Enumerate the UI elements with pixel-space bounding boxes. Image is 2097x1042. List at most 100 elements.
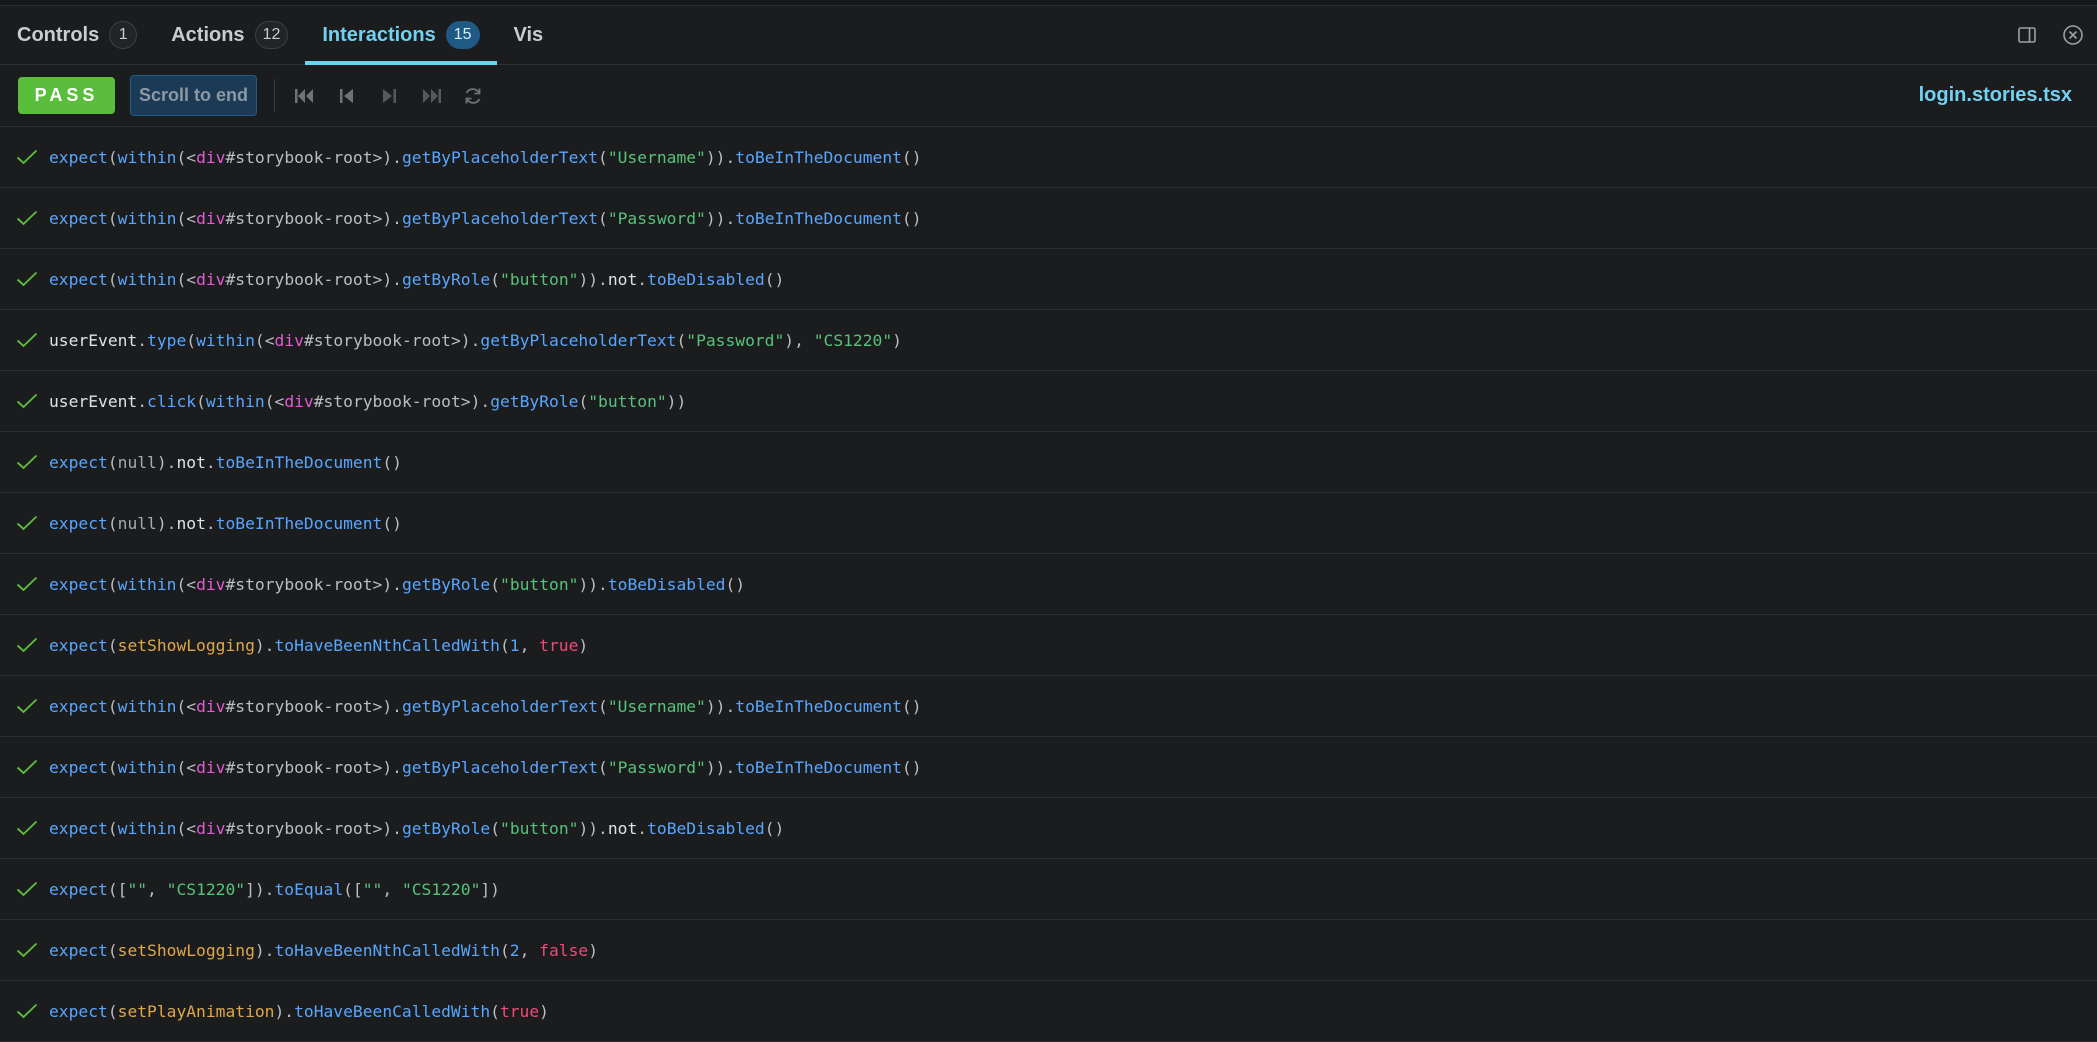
- code-token: getByPlaceholderText: [401, 147, 599, 167]
- check-icon: [16, 697, 40, 715]
- panel-orientation-icon[interactable]: [2015, 23, 2039, 47]
- code-token: "CS1220": [401, 879, 481, 899]
- interaction-step-row[interactable]: expect(setShowLogging).toHaveBeenNthCall…: [0, 920, 2097, 981]
- interaction-step-row[interactable]: userEvent.type(within(<div#storybook-roo…: [0, 310, 2097, 371]
- code-token: #storybook-root: [225, 757, 373, 777]
- code-token: (: [107, 940, 118, 960]
- code-token: ,: [519, 940, 540, 960]
- close-panel-icon[interactable]: [2061, 23, 2085, 47]
- code-token: (): [382, 513, 402, 533]
- code-token: (<: [176, 208, 197, 228]
- code-token: ).: [156, 452, 177, 472]
- interaction-step-row[interactable]: expect(setPlayAnimation).toHaveBeenCalle…: [0, 981, 2097, 1042]
- code-token: within: [117, 818, 177, 838]
- code-token: (: [578, 391, 589, 411]
- code-token: getByPlaceholderText: [401, 208, 599, 228]
- step-back-icon[interactable]: [335, 84, 359, 108]
- code-token: "button": [500, 269, 579, 289]
- step-code: userEvent.type(within(<div#storybook-roo…: [49, 331, 902, 350]
- code-token: expect: [49, 757, 108, 777]
- interaction-step-row[interactable]: expect(within(<div#storybook-root>).getB…: [0, 188, 2097, 249]
- code-token: expect: [49, 635, 108, 655]
- code-token: expect: [49, 452, 108, 472]
- interaction-step-row[interactable]: expect(within(<div#storybook-root>).getB…: [0, 737, 2097, 798]
- step-code: expect(within(<div#storybook-root>).getB…: [49, 270, 784, 289]
- code-token: toHaveBeenNthCalledWith: [274, 940, 500, 960]
- addon-tab-bar: Controls 1 Actions 12 Interactions 15 Vi…: [0, 6, 2097, 65]
- code-token: expect: [49, 1001, 108, 1021]
- code-token: "CS1220": [166, 879, 246, 899]
- step-code: expect(within(<div#storybook-root>).getB…: [49, 148, 922, 167]
- code-token: (: [598, 208, 608, 228]
- code-token: setPlayAnimation: [117, 1001, 275, 1021]
- step-code: expect(within(<div#storybook-root>).getB…: [49, 697, 922, 716]
- code-token: (<: [176, 696, 197, 716]
- code-token: (): [901, 757, 922, 777]
- tab-interactions[interactable]: Interactions 15: [305, 6, 497, 65]
- scroll-to-end-button[interactable]: Scroll to end: [130, 75, 258, 116]
- code-token: (: [196, 391, 206, 411]
- check-icon: [16, 880, 40, 898]
- interaction-step-row[interactable]: expect(["", "CS1220"]).toEqual(["", "CS1…: [0, 859, 2097, 920]
- interaction-step-row[interactable]: expect(within(<div#storybook-root>).getB…: [0, 676, 2097, 737]
- code-token: >).: [372, 208, 402, 228]
- code-token: #storybook-root: [313, 391, 461, 411]
- code-token: "button": [588, 391, 667, 411]
- tab-count-badge: 15: [445, 21, 480, 49]
- interaction-step-row[interactable]: expect(null).not.toBeInTheDocument(): [0, 493, 2097, 554]
- interaction-step-row[interactable]: expect(null).not.toBeInTheDocument(): [0, 432, 2097, 493]
- step-code: expect(within(<div#storybook-root>).getB…: [49, 209, 922, 228]
- code-token: div: [196, 696, 226, 716]
- tab-actions[interactable]: Actions 12: [154, 6, 305, 64]
- code-token: toHaveBeenNthCalledWith: [274, 635, 500, 655]
- code-token: #storybook-root: [225, 208, 373, 228]
- interaction-steps-list: expect(within(<div#storybook-root>).getB…: [0, 127, 2097, 1042]
- tab-vis[interactable]: Vis: [497, 6, 561, 64]
- step-code: expect(within(<div#storybook-root>).getB…: [49, 575, 745, 594]
- rerun-icon[interactable]: [461, 84, 485, 108]
- code-token: expect: [49, 879, 108, 899]
- skip-to-end-icon[interactable]: [419, 84, 443, 108]
- code-token: (<: [264, 391, 285, 411]
- interaction-step-row[interactable]: expect(within(<div#storybook-root>).getB…: [0, 554, 2097, 615]
- code-token: (: [107, 269, 118, 289]
- step-forward-icon[interactable]: [377, 84, 401, 108]
- code-token: within: [196, 330, 255, 350]
- code-token: (: [676, 330, 687, 350]
- code-token: )).: [705, 208, 736, 228]
- code-token: getByRole: [401, 818, 491, 838]
- code-token: getByPlaceholderText: [401, 757, 599, 777]
- code-token: (: [598, 757, 608, 777]
- check-icon: [16, 148, 40, 166]
- code-token: (: [107, 208, 118, 228]
- check-icon: [16, 392, 40, 410]
- code-token: not: [176, 452, 206, 472]
- code-token: (: [107, 635, 118, 655]
- code-token: getByRole: [401, 574, 491, 594]
- skip-to-start-icon[interactable]: [293, 84, 317, 108]
- tab-controls[interactable]: Controls 1: [0, 6, 154, 64]
- code-token: ): [588, 940, 598, 960]
- code-token: (: [107, 757, 118, 777]
- code-token: (: [499, 635, 510, 655]
- check-icon: [16, 453, 40, 471]
- interaction-step-row[interactable]: userEvent.click(within(<div#storybook-ro…: [0, 371, 2097, 432]
- interaction-step-row[interactable]: expect(within(<div#storybook-root>).getB…: [0, 127, 2097, 188]
- code-token: ,: [382, 879, 402, 899]
- code-token: "Username": [607, 696, 706, 716]
- status-badge: PASS: [18, 77, 115, 114]
- code-token: within: [117, 574, 177, 594]
- step-code: expect(within(<div#storybook-root>).getB…: [49, 758, 922, 777]
- story-file-link[interactable]: login.stories.tsx: [1919, 65, 2072, 126]
- interaction-step-row[interactable]: expect(setShowLogging).toHaveBeenNthCall…: [0, 615, 2097, 676]
- check-icon: [16, 209, 40, 227]
- check-icon: [16, 636, 40, 654]
- interaction-step-row[interactable]: expect(within(<div#storybook-root>).getB…: [0, 249, 2097, 310]
- code-token: false: [539, 940, 589, 960]
- code-token: toBeInTheDocument: [735, 208, 902, 228]
- code-token: not: [176, 513, 206, 533]
- code-token: ).: [254, 635, 275, 655]
- code-token: within: [117, 147, 177, 167]
- interaction-step-row[interactable]: expect(within(<div#storybook-root>).getB…: [0, 798, 2097, 859]
- code-token: expect: [49, 208, 108, 228]
